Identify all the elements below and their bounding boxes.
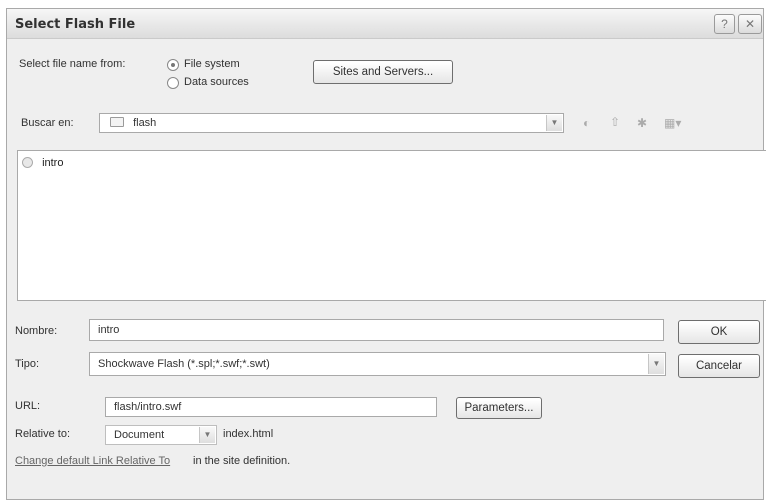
cancel-button[interactable]: Cancelar [678,354,760,378]
back-icon[interactable]: ◐ [583,116,590,130]
folder-icon [110,117,124,127]
chevron-down-icon[interactable]: ▼ [199,427,215,443]
dialog-title: Select Flash File [15,17,136,32]
radio-file-system[interactable] [167,59,179,71]
chevron-down-icon[interactable]: ▼ [546,115,562,131]
help-button[interactable]: ? [714,14,735,34]
title-bar: Select Flash File ? ✕ [7,9,763,39]
close-button[interactable]: ✕ [738,14,762,34]
lookin-label: Buscar en: [21,117,74,129]
select-flash-file-dialog: Select Flash File ? ✕ Select file name f… [6,8,766,500]
list-item[interactable]: intro [22,157,63,169]
close-icon: ✕ [744,17,756,31]
relative-to-select[interactable]: Document ▼ [105,425,217,445]
sites-and-servers-button[interactable]: Sites and Servers... [313,60,453,84]
url-label: URL: [15,400,41,412]
filetype-label: Tipo: [15,358,40,370]
new-folder-icon[interactable]: ✱ [637,116,647,130]
lookin-combo[interactable]: flash ▼ [99,113,564,133]
flash-file-icon [22,157,33,168]
lookin-folder: flash [133,117,157,129]
view-menu-icon[interactable]: ▦▾ [664,116,681,130]
ok-button[interactable]: OK [678,320,760,344]
filename-field[interactable]: intro [89,319,664,341]
up-folder-icon[interactable]: ⇧ [610,115,620,129]
parameters-button[interactable]: Parameters... [456,397,542,419]
url-field[interactable]: flash/intro.swf [105,397,437,417]
chevron-down-icon[interactable]: ▼ [648,354,664,374]
file-list[interactable]: intro [17,150,766,301]
radio-data-sources-label[interactable]: Data sources [184,76,249,88]
radio-file-system-label[interactable]: File system [184,58,240,70]
filename-label: Nombre: [15,325,58,337]
change-default-link[interactable]: Change default Link Relative To [15,455,170,467]
relative-page: index.html [223,428,274,440]
radio-data-sources[interactable] [167,77,179,89]
filetype-value: Shockwave Flash (*.spl;*.swf;*.swt) [98,358,270,370]
filetype-select[interactable]: Shockwave Flash (*.spl;*.swf;*.swt) ▼ [89,352,666,376]
help-icon: ? [721,17,728,31]
relative-to-value: Document [114,429,165,441]
file-name: intro [42,157,64,169]
footer-suffix: in the site definition. [193,455,291,467]
source-label: Select file name from: [19,58,126,70]
relative-to-label: Relative to: [15,428,71,440]
